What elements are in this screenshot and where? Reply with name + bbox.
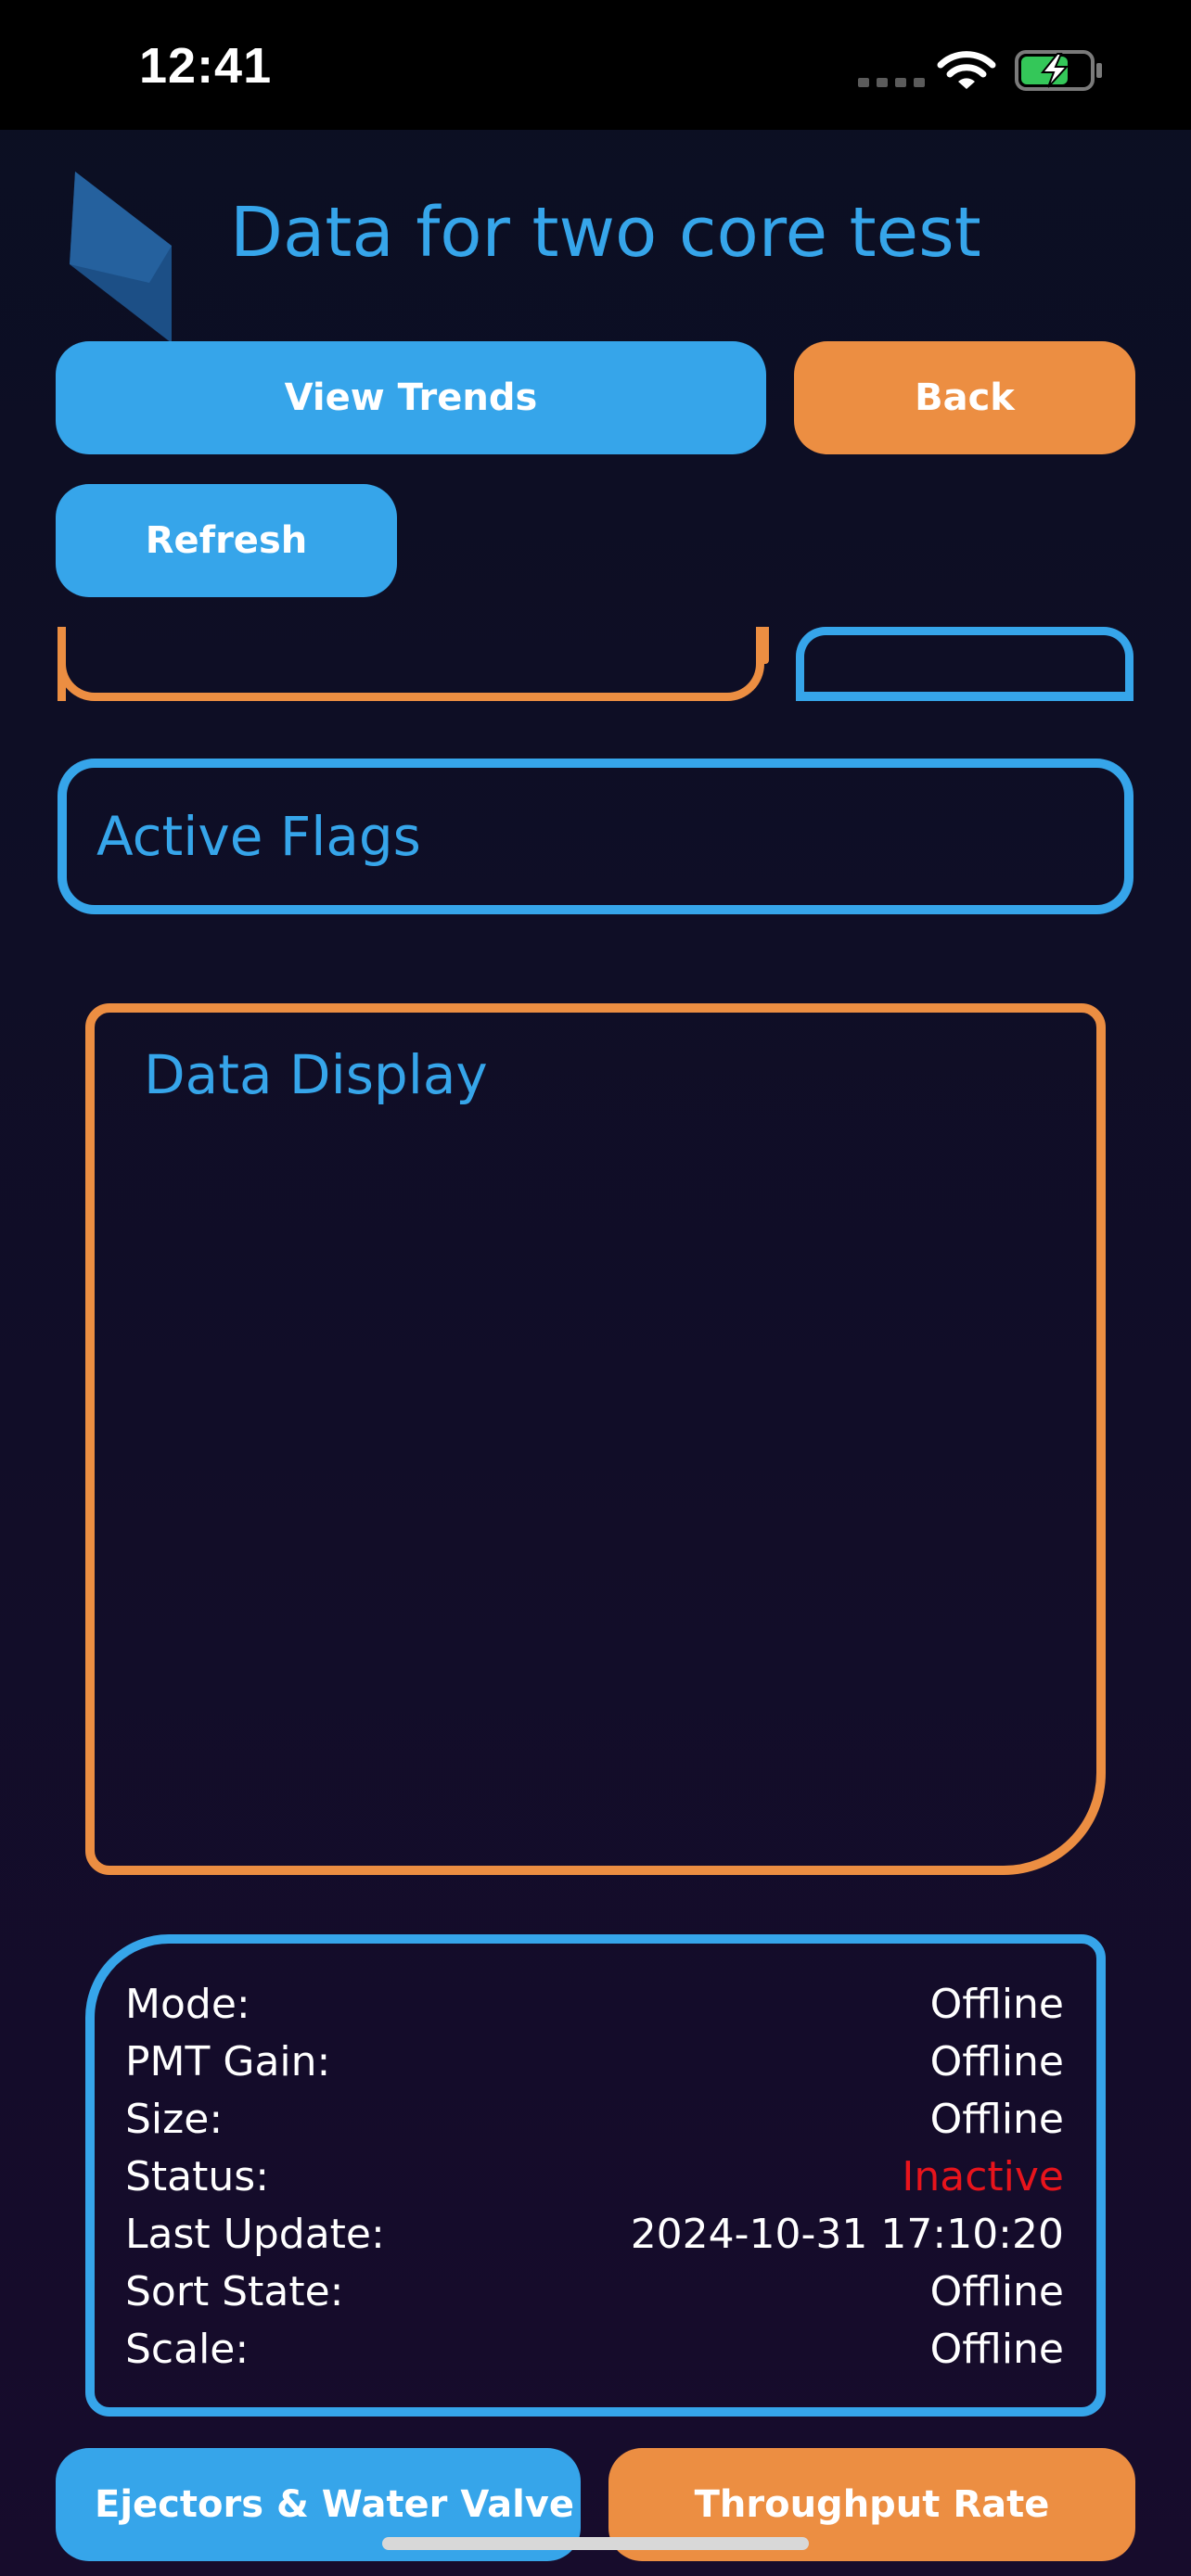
info-label: Sort State:: [125, 2267, 344, 2315]
active-flags-label: Active Flags: [96, 805, 421, 868]
divider: [58, 627, 66, 701]
info-value: Offline: [929, 2325, 1064, 2373]
info-value: Offline: [929, 2037, 1064, 2085]
empty-input-blue: [796, 627, 1133, 701]
info-value: Offline: [929, 2267, 1064, 2315]
data-display-label: Data Display: [144, 1043, 488, 1106]
home-indicator[interactable]: [382, 2537, 809, 2550]
info-value: 2024-10-31 17:10:20: [630, 2210, 1064, 2258]
info-label: Size:: [125, 2095, 224, 2143]
info-value: Offline: [929, 1980, 1064, 2028]
signal-icon: [858, 78, 925, 87]
back-button[interactable]: Back: [794, 341, 1135, 454]
status-time: 12:41: [139, 38, 273, 94]
info-label: Status:: [125, 2152, 270, 2200]
divider: [761, 627, 769, 664]
status-value-inactive: Inactive: [902, 2152, 1064, 2200]
info-value: Offline: [929, 2095, 1064, 2143]
info-label: PMT Gain:: [125, 2037, 331, 2085]
info-row-size: Size: Offline: [125, 2090, 1064, 2148]
info-row-last-update: Last Update: 2024-10-31 17:10:20: [125, 2205, 1064, 2263]
page-title: Data for two core test: [230, 193, 981, 273]
info-row-sort-state: Sort State: Offline: [125, 2263, 1064, 2320]
view-trends-button[interactable]: View Trends: [56, 341, 766, 454]
wifi-icon: [937, 51, 996, 89]
data-display-panel: [85, 1003, 1106, 1875]
empty-input-orange: [58, 627, 764, 701]
battery-charging-icon: [1015, 50, 1102, 91]
info-label: Mode:: [125, 1980, 250, 2028]
info-row-status: Status: Inactive: [125, 2148, 1064, 2205]
info-row-scale: Scale: Offline: [125, 2320, 1064, 2378]
info-row-pmt-gain: PMT Gain: Offline: [125, 2033, 1064, 2090]
divider: [796, 692, 1133, 701]
refresh-button[interactable]: Refresh: [56, 484, 397, 597]
info-label: Scale:: [125, 2325, 250, 2373]
app-logo: [70, 172, 172, 343]
info-row-mode: Mode: Offline: [125, 1975, 1064, 2033]
info-label: Last Update:: [125, 2210, 385, 2258]
